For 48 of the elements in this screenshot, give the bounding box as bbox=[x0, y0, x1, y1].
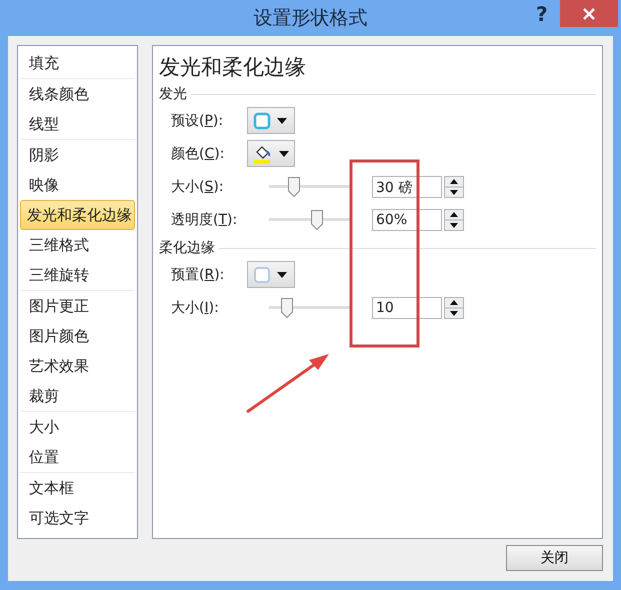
section-heading: 柔化边缘 bbox=[159, 239, 215, 257]
section-heading: 发光 bbox=[159, 85, 187, 103]
field-label: 预置(R): bbox=[171, 266, 226, 284]
value-field[interactable]: 10 bbox=[372, 296, 442, 318]
spinner-icon[interactable] bbox=[444, 208, 464, 230]
sidebar-item[interactable]: 三维格式 bbox=[20, 230, 135, 260]
spinner-icon[interactable] bbox=[444, 176, 464, 198]
value-field[interactable]: 30 磅 bbox=[372, 176, 442, 198]
caret-icon bbox=[279, 150, 289, 156]
field-label: 透明度(T): bbox=[171, 210, 238, 228]
sidebar-item[interactable]: 位置 bbox=[20, 442, 135, 472]
sidebar-item[interactable]: 发光和柔化边缘 bbox=[20, 200, 135, 230]
sidebar-item[interactable]: 艺术效果 bbox=[20, 351, 135, 381]
close-dialog-button[interactable]: 关闭 bbox=[506, 545, 603, 571]
sidebar-item[interactable]: 阴影 bbox=[20, 140, 135, 170]
color-dropdown[interactable] bbox=[247, 140, 295, 167]
sidebar-item[interactable]: 三维旋转 bbox=[20, 260, 135, 290]
window-title: 设置形状格式 bbox=[254, 6, 368, 31]
sidebar-item[interactable]: 裁剪 bbox=[20, 381, 135, 411]
field-label: 大小(I): bbox=[171, 298, 220, 316]
soft-edge-preset-icon bbox=[253, 266, 271, 284]
sidebar-item[interactable]: 图片颜色 bbox=[20, 321, 135, 351]
sidebar-item[interactable]: 映像 bbox=[20, 170, 135, 200]
slider-thumb[interactable] bbox=[280, 298, 293, 318]
field-label: 大小(S): bbox=[171, 178, 225, 196]
sidebar-item[interactable]: 填充 bbox=[20, 48, 135, 78]
glow-preset-icon bbox=[253, 112, 271, 130]
sidebar-item[interactable]: 线条颜色 bbox=[20, 79, 135, 109]
caret-icon bbox=[277, 272, 287, 278]
paint-bucket-icon bbox=[253, 144, 273, 164]
slider-thumb[interactable] bbox=[288, 176, 300, 196]
help-button[interactable]: ? bbox=[536, 2, 548, 26]
caret-icon bbox=[277, 118, 287, 124]
sidebar-item[interactable]: 文本框 bbox=[20, 473, 135, 503]
field-label: 颜色(C): bbox=[171, 144, 226, 162]
close-icon bbox=[582, 6, 596, 20]
panel-title: 发光和柔化边缘 bbox=[159, 54, 306, 81]
preset-dropdown[interactable] bbox=[247, 261, 295, 288]
sidebar-item[interactable]: 大小 bbox=[20, 412, 135, 442]
sidebar-item[interactable]: 线型 bbox=[20, 109, 135, 139]
value-field[interactable]: 60% bbox=[372, 208, 442, 230]
slider-thumb[interactable] bbox=[311, 210, 323, 230]
close-button[interactable] bbox=[560, 0, 618, 27]
spinner-icon[interactable] bbox=[444, 296, 464, 318]
preset-dropdown[interactable] bbox=[247, 107, 295, 134]
field-label: 预设(P): bbox=[171, 112, 224, 130]
sidebar-item[interactable]: 可选文字 bbox=[20, 503, 135, 533]
sidebar-item[interactable]: 图片更正 bbox=[20, 291, 135, 321]
